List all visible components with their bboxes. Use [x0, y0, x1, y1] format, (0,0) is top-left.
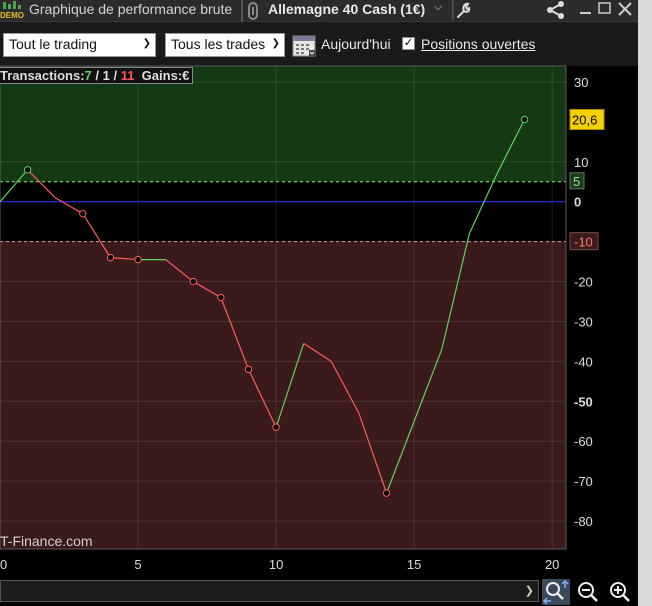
trade-marker	[217, 293, 225, 302]
y-tick-label: -50	[574, 394, 593, 409]
trade-marker	[106, 253, 115, 262]
trade-marker	[272, 423, 280, 431]
trade-marker	[79, 209, 87, 218]
separator: /	[91, 68, 103, 83]
vertical-scrollbar[interactable]	[638, 0, 652, 606]
y-tick-label: 10	[574, 155, 588, 170]
x-tick-label: 10	[269, 557, 283, 572]
x-tick-label: 0	[0, 557, 7, 572]
y-tick-label: -40	[574, 354, 593, 369]
transactions-label: Transactions:	[0, 68, 85, 83]
x-tick-label: 20	[545, 557, 559, 572]
trade-marker	[189, 277, 197, 286]
trade-marker	[382, 489, 391, 497]
y-tick-label: -60	[574, 434, 593, 449]
trade-marker	[23, 166, 32, 174]
y-tick-label: 30	[574, 75, 588, 90]
trade-marker	[520, 115, 529, 124]
zoom-out-icon[interactable]	[574, 579, 602, 605]
losing-trades-count: 11	[120, 68, 135, 83]
trade-marker	[244, 365, 253, 374]
y-tick-label: -30	[574, 314, 593, 329]
horizontal-scrollbar[interactable]: ❯	[0, 580, 539, 602]
performance-chart[interactable]: 30100-10-20-30-40-50-60-70-80051015205-1…	[0, 0, 638, 578]
transactions-summary: Transactions:7 / 1 / 11 Gains:€	[0, 67, 194, 84]
app-window: DEMO Graphique de performance brute Alle…	[0, 0, 652, 606]
gains-label: Gains:	[141, 68, 183, 83]
zoom-fit-icon[interactable]	[542, 579, 570, 605]
scroll-right-icon[interactable]: ❯	[525, 584, 534, 597]
watermark: T-Finance.com	[0, 533, 93, 549]
y-tick-label: -80	[574, 514, 593, 529]
y-tick-label: -20	[574, 275, 593, 290]
last-value-label: 20,6	[572, 112, 597, 127]
gain-threshold-label: 5	[573, 174, 580, 189]
winning-trades-count: 7	[84, 68, 92, 83]
zoom-in-icon[interactable]	[606, 579, 634, 605]
trade-marker	[134, 255, 142, 264]
neutral-trades-count: 1	[102, 68, 110, 83]
y-tick-label: 0	[574, 195, 581, 210]
loss-threshold-label: -10	[574, 235, 593, 250]
loss-zone	[0, 241, 566, 550]
x-tick-label: 5	[134, 557, 141, 572]
y-tick-label: -70	[574, 474, 593, 489]
x-tick-label: 15	[407, 557, 421, 572]
separator: /	[109, 68, 121, 83]
gains-value: €	[182, 68, 190, 83]
